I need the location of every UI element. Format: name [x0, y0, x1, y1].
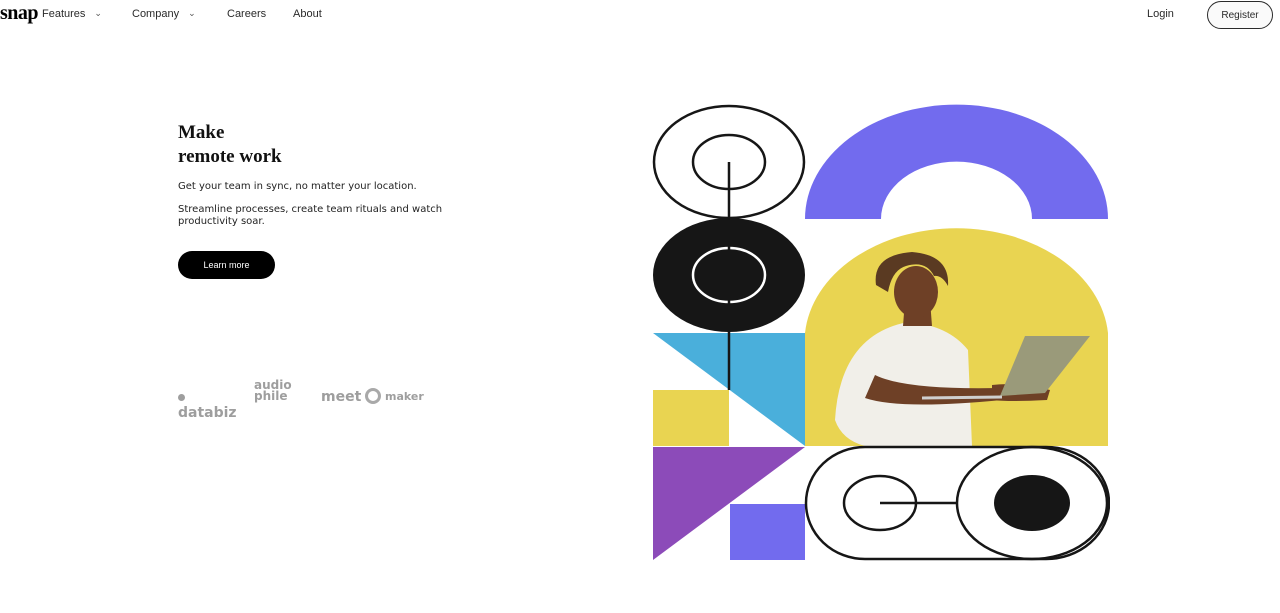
meet-logo: meet	[321, 389, 362, 405]
audiophile-logo-bottom: phile	[254, 389, 288, 403]
nav-features-label: Features	[42, 8, 86, 20]
maker-logo: maker	[365, 388, 424, 404]
register-button[interactable]: Register	[1207, 1, 1273, 29]
chevron-down-icon: ⌄	[188, 7, 196, 18]
nav-about-label: About	[293, 8, 322, 20]
chevron-down-icon: ⌄	[94, 7, 102, 18]
top-navigation: snap Features ⌄ Company ⌄ Careers About …	[0, 0, 1280, 30]
hero-illustration	[652, 104, 1110, 561]
purple-square-shape	[730, 504, 805, 560]
databiz-logo-text: databiz	[178, 405, 237, 421]
hero-title-line2: remote work	[178, 146, 282, 167]
maker-icon	[365, 388, 381, 404]
databiz-logo: databiz	[178, 389, 237, 421]
audiophile-logo: audio phile	[254, 379, 292, 403]
hero-title-line1: Make	[178, 122, 225, 143]
bottom-pill-shape	[804, 445, 1110, 561]
nav-about[interactable]: About	[293, 8, 322, 20]
purple-arch-shape	[805, 104, 1108, 219]
nav-careers[interactable]: Careers	[227, 8, 266, 20]
person-photo	[805, 228, 1108, 446]
dot-icon	[178, 394, 185, 401]
nav-company[interactable]: Company ⌄	[132, 7, 196, 21]
hero-description: Streamline processes, create team ritual…	[178, 204, 443, 227]
logo[interactable]: snap	[0, 2, 39, 25]
hero-subtitle: Get your team in sync, no matter your lo…	[178, 181, 417, 192]
nav-features[interactable]: Features ⌄	[42, 7, 102, 21]
learn-more-button[interactable]: Learn more	[178, 251, 275, 279]
nav-careers-label: Careers	[227, 8, 267, 20]
hero-title: Make remote work	[178, 121, 282, 169]
maker-logo-text: maker	[385, 389, 424, 403]
yellow-square-shape	[653, 390, 729, 446]
nav-company-label: Company	[132, 8, 180, 20]
login-link[interactable]: Login	[1147, 8, 1174, 20]
